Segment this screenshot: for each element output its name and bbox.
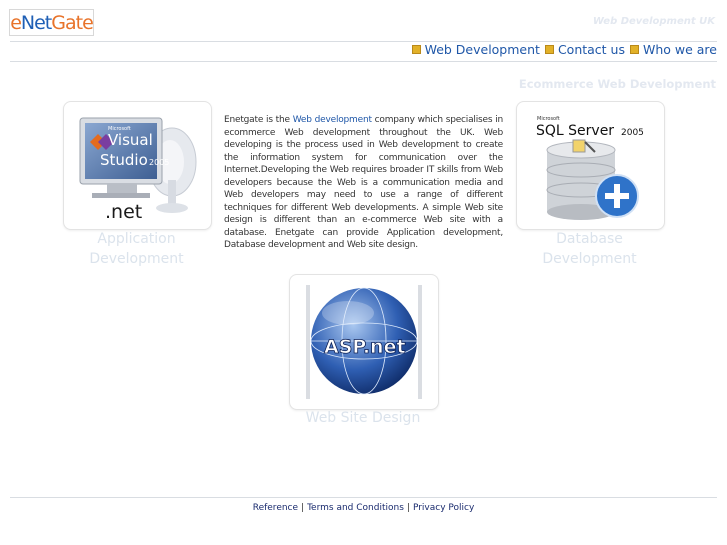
card-application-development[interactable]: Microsoft Visual Studio 2005 .net <box>63 101 212 230</box>
footer-links: Reference | Terms and Conditions | Privacy P… <box>0 503 727 513</box>
web-development-link[interactable]: Web development <box>293 115 372 125</box>
section-subheading: Ecommerce Web Development <box>518 77 716 91</box>
nav-who-we-are[interactable]: Who we are <box>643 42 717 57</box>
nav-web-development[interactable]: Web Development <box>425 42 540 57</box>
card-database-development[interactable]: Microsoft SQL Server 2005 <box>516 101 665 230</box>
logo-text-net: Net <box>20 11 52 34</box>
nav-contact-us[interactable]: Contact us <box>558 42 625 57</box>
footer-divider <box>10 497 717 498</box>
asp-net-logo-image: ASP.net <box>298 283 430 401</box>
visual-studio-logo-image: Microsoft Visual Studio 2005 .net <box>72 110 203 221</box>
sql-microsoft-label: Microsoft <box>537 116 560 122</box>
bullet-icon <box>411 45 421 54</box>
header-tagline: Web Development UK <box>592 16 715 27</box>
caption-line: Development <box>89 251 184 267</box>
footer-separator: | <box>301 503 305 513</box>
vs-studio-label: Studio <box>100 151 148 169</box>
enetgate-logo[interactable]: e Net Gate <box>9 9 94 36</box>
logo-text-gate: Gate <box>51 11 94 34</box>
asp-net-label: ASP.net <box>324 336 406 358</box>
vs-visual-label: Visual <box>108 131 153 149</box>
bullet-icon <box>629 45 639 54</box>
description-text: company which specialises in ecommerce W… <box>224 115 503 250</box>
caption-application-development[interactable]: Application Development <box>63 229 210 269</box>
card-web-site-design[interactable]: ASP.net <box>289 274 439 410</box>
sql-year-label: 2005 <box>621 128 644 138</box>
top-nav: Web Development Contact us Who we are <box>407 42 717 57</box>
caption-line: Web Site Design <box>305 410 421 426</box>
vs-net-label: .net <box>105 201 142 221</box>
description-text: Enetgate is the <box>224 115 293 125</box>
bullet-icon <box>544 45 554 54</box>
footer-terms-link[interactable]: Terms and Conditions <box>307 503 404 513</box>
caption-database-development[interactable]: Database Development <box>516 229 663 269</box>
vs-year-label: 2005 <box>149 158 169 167</box>
sql-server-label: SQL Server <box>536 123 614 139</box>
caption-line: Database <box>556 231 623 247</box>
caption-line: Development <box>542 251 637 267</box>
footer-reference-link[interactable]: Reference <box>253 503 298 513</box>
footer-privacy-link[interactable]: Privacy Policy <box>413 503 474 513</box>
header-divider-bottom <box>10 61 717 62</box>
footer-separator: | <box>406 503 410 513</box>
logo-text-e: e <box>10 11 22 34</box>
caption-line: Application <box>97 231 176 247</box>
company-description: Enetgate is the Web development company … <box>224 114 503 252</box>
caption-web-site-design[interactable]: Web Site Design <box>289 408 437 428</box>
sql-server-logo-image: Microsoft SQL Server 2005 <box>525 110 656 221</box>
